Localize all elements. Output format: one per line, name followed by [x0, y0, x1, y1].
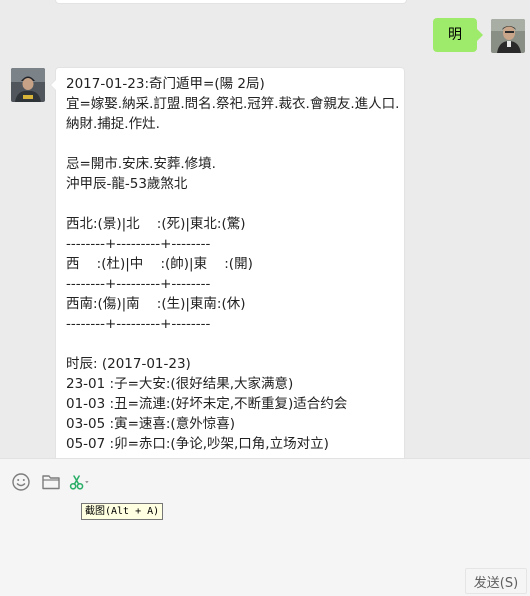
scissors-icon [69, 475, 89, 490]
folder-icon [42, 475, 60, 490]
message-line: 納財.捕捉.作灶. [66, 116, 160, 132]
message-line: 西北:(景)|北 :(死)|東北:(驚) [66, 216, 246, 232]
chevron-down-icon [85, 481, 89, 484]
sent-message-bubble[interactable]: 明 [433, 18, 483, 52]
message-line: 23-01 :子=大安:(很好结果,大家满意) [66, 376, 294, 392]
message-line [66, 134, 396, 154]
message-line: 西 :(杜)|中 :(帥)|東 :(開) [66, 256, 253, 272]
message-line: 沖甲辰-龍-53歲煞北 [66, 176, 188, 192]
message-line [66, 194, 396, 214]
message-line: 01-03 :丑=流連:(好坏未定,不断重复)适合约会 [66, 396, 348, 412]
message-line: --------+---------+-------- [66, 316, 211, 332]
message-line: 忌=開市.安床.安葬.修墳. [66, 156, 216, 172]
message-line: 2017-01-23:奇门遁甲=(陽 2局) [66, 76, 265, 92]
received-message-bubble[interactable]: 2017-01-23:奇门遁甲=(陽 2局) 宜=嫁娶.納采.訂盟.問名.祭祀.冠… [50, 67, 405, 458]
send-button[interactable]: 发送(S) [465, 568, 527, 594]
message-line: 05-07 :卯=赤口:(争论,吵架,口角,立场对立) [66, 436, 329, 452]
screenshot-button[interactable] [68, 470, 92, 494]
message-line: 03-05 :寅=速喜:(意外惊喜) [66, 416, 235, 432]
sent-message-text: 明 [448, 27, 462, 43]
message-line: 时辰: (2017-01-23) [66, 356, 191, 372]
smiley-icon [12, 473, 30, 491]
screenshot-tooltip: 截图(Alt + A) [81, 503, 164, 520]
my-avatar[interactable] [491, 19, 525, 53]
contact-avatar[interactable] [11, 68, 45, 102]
input-divider [0, 458, 530, 459]
message-line: 西南:(傷)|南 :(生)|東南:(休) [66, 296, 246, 312]
send-file-button[interactable] [39, 470, 63, 494]
message-line [66, 334, 396, 354]
message-line: --------+---------+-------- [66, 236, 211, 252]
previous-message-bubble [55, 0, 407, 4]
contact-avatar-image [11, 68, 45, 102]
message-line: --------+---------+-------- [66, 276, 211, 292]
message-line: 宜=嫁娶.納采.訂盟.問名.祭祀.冠笄.裁衣.會親友.進人口. [66, 96, 400, 112]
input-toolbar [0, 470, 530, 494]
emoji-button[interactable] [9, 470, 33, 494]
chat-history[interactable]: 明 2017-01-23:奇门遁甲=(陽 2局) 宜=嫁娶.納采.訂盟.問名.祭祀… [0, 0, 530, 458]
my-avatar-image [491, 19, 525, 53]
